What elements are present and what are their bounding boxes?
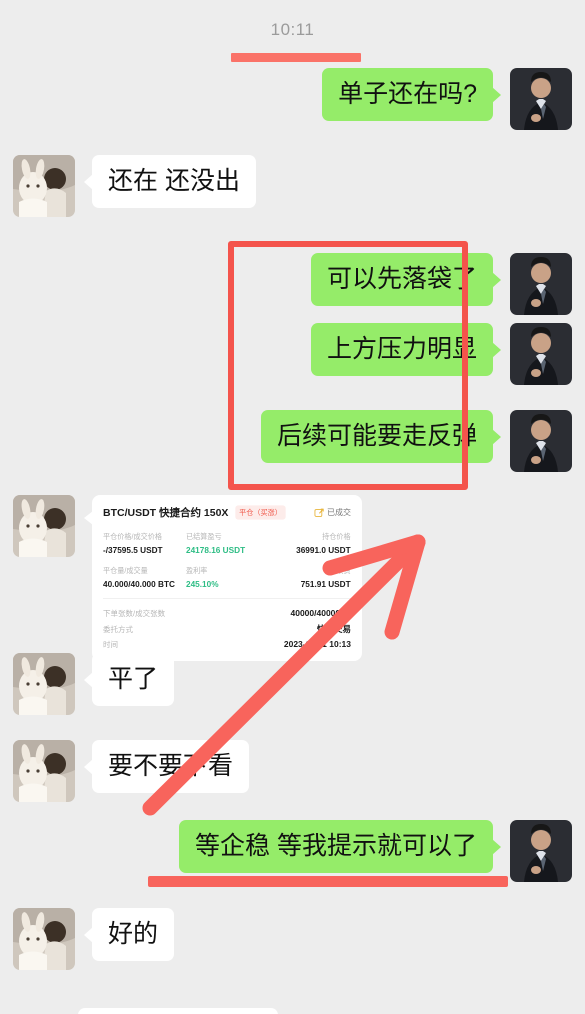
man-in-suit-avatar [510, 68, 572, 130]
trade-status: 已成交 [314, 507, 351, 518]
trade-stat-value: 36991.0 USDT [296, 545, 351, 555]
bunny-plush-avatar [13, 495, 75, 557]
message-row-outgoing: 等企稳 等我提示就可以了 [179, 820, 572, 882]
trade-stat-label: 平仓量/成交量 [103, 566, 148, 575]
message-row-incoming: 还在 还没出 [13, 155, 256, 217]
trade-stat-label: 持仓价格 [322, 532, 351, 541]
trade-detail-row: 时间 2023-11-21 10:13 [103, 637, 351, 652]
next-message-bubble-partial [78, 1008, 278, 1014]
bunny-plush-avatar [13, 908, 75, 970]
card-divider [103, 598, 351, 599]
man-in-suit-avatar [510, 253, 572, 315]
trade-stat-value: 245.10% [185, 579, 219, 589]
message-bubble[interactable]: 后续可能要走反弹 [260, 410, 502, 464]
message-bubble[interactable]: 单子还在吗? [322, 68, 501, 122]
avatar-contact[interactable] [13, 653, 75, 715]
trade-stat-value: 751.91 USDT [301, 579, 351, 589]
message-bubble[interactable]: 要不要下看 [83, 740, 250, 794]
trade-stat-value: 40.000/40.000 BTC [103, 579, 175, 589]
trade-detail-row: 委托方式 快捷交易 [103, 621, 351, 637]
trade-stat-label: 手续费 [329, 566, 351, 575]
avatar-contact[interactable] [13, 908, 75, 970]
message-row-outgoing: 后续可能要走反弹 [260, 410, 572, 472]
message-row-incoming: 要不要下看 [13, 740, 250, 802]
avatar-contact[interactable] [13, 495, 75, 557]
trade-detail-key: 委托方式 [103, 625, 133, 634]
trade-stat-value: -/37595.5 USDT [103, 545, 163, 555]
chat-timestamp-label: 10:11 [270, 20, 315, 39]
message-bubble[interactable]: 可以先落袋了 [310, 253, 502, 307]
trade-stat-label: 盈利率 [185, 566, 208, 575]
trade-detail-value: 40000/40000 张 [290, 608, 352, 618]
trade-stat-label: 已结算盈亏 [185, 532, 222, 541]
message-row-outgoing: 单子还在吗? [322, 68, 572, 130]
trade-status-label: 已成交 [327, 508, 351, 517]
man-in-suit-avatar [510, 820, 572, 882]
bunny-plush-avatar [13, 740, 75, 802]
message-bubble[interactable]: 等企稳 等我提示就可以了 [179, 820, 501, 874]
trade-detail-key: 下单张数/成交张数 [103, 609, 166, 618]
trade-pair-label: BTC/USDT 快捷合约 150X [103, 507, 229, 519]
chat-screen: 10:11 单子还在吗? 还在 还没出 可以先落袋了 上方压力明显 后续可能要走… [0, 0, 585, 1014]
message-bubble[interactable]: 好的 [83, 908, 175, 962]
trade-stats-grid: 平仓价格/成交价格 已结算盈亏 持仓价格 -/37595.5 USDT 2417… [103, 529, 351, 596]
trade-stat-label: 平仓价格/成交价格 [103, 532, 162, 541]
trade-detail-value: 快捷交易 [316, 624, 351, 634]
man-in-suit-avatar [510, 323, 572, 385]
trade-detail-value: 2023-11-21 10:13 [283, 639, 351, 649]
message-bubble[interactable]: 上方压力明显 [310, 323, 502, 377]
avatar-contact[interactable] [13, 740, 75, 802]
message-bubble[interactable]: 还在 还没出 [84, 155, 256, 209]
message-row-incoming: 好的 [13, 908, 175, 970]
trade-stat-value: 24178.16 USDT [185, 545, 245, 555]
trade-card-header: BTC/USDT 快捷合约 150X 平仓（买涨） 已成交 [103, 505, 351, 529]
bunny-plush-avatar [13, 653, 75, 715]
avatar-self[interactable] [510, 253, 572, 315]
avatar-contact[interactable] [13, 155, 75, 217]
avatar-self[interactable] [510, 323, 572, 385]
message-row-outgoing: 可以先落袋了 [310, 253, 572, 315]
man-in-suit-avatar [510, 410, 572, 472]
chat-timestamp: 10:11 [0, 20, 585, 40]
annotation-timestamp-underline [231, 53, 361, 62]
trade-direction-badge: 平仓（买涨） [235, 505, 287, 520]
message-row-outgoing: 上方压力明显 [310, 323, 572, 385]
message-row-trade-card: BTC/USDT 快捷合约 150X 平仓（买涨） 已成交 平仓价格/成交价格 … [13, 495, 362, 661]
avatar-self[interactable] [510, 410, 572, 472]
avatar-self[interactable] [510, 68, 572, 130]
trade-detail-row: 下单张数/成交张数 40000/40000 张 [103, 605, 351, 621]
document-edit-icon [314, 508, 324, 517]
message-bubble[interactable]: 平了 [83, 653, 175, 707]
bunny-plush-avatar [13, 155, 75, 217]
trade-detail-key: 时间 [103, 640, 118, 649]
trade-order-card[interactable]: BTC/USDT 快捷合约 150X 平仓（买涨） 已成交 平仓价格/成交价格 … [84, 495, 362, 661]
avatar-self[interactable] [510, 820, 572, 882]
message-row-incoming: 平了 [13, 653, 175, 715]
